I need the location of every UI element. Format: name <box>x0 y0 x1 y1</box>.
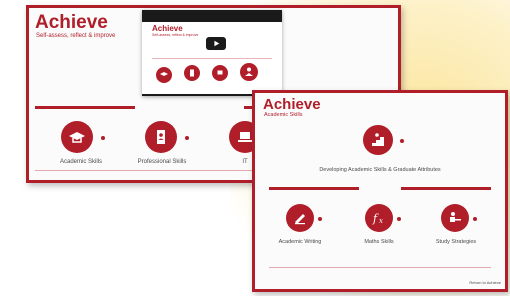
footer-divider <box>269 267 491 268</box>
page-subtitle: Academic Skills <box>264 112 303 118</box>
return-link[interactable]: Return to Achieve <box>451 280 501 285</box>
id-badge-icon <box>184 65 200 81</box>
person-climbing-steps-icon <box>363 125 393 155</box>
section-divider-left <box>35 106 135 109</box>
section-divider-left <box>269 187 359 190</box>
video-subtitle: Self-assess, reflect & improve <box>152 33 199 37</box>
tile-label: Maths Skills <box>364 239 394 245</box>
video-title: Achieve <box>152 24 183 33</box>
tile-indicator-dot <box>101 136 105 140</box>
svg-text:x: x <box>379 217 383 225</box>
page-title: Achieve <box>263 96 321 113</box>
page-subtitle: Self-assess, reflect & improve <box>36 33 116 39</box>
id-badge-icon <box>145 121 177 153</box>
svg-text:f: f <box>372 212 379 225</box>
hero-label: Developing Academic Skills & Graduate At… <box>319 167 441 173</box>
achieve-academic-skills-screen: Achieve Academic Skills Developing Acade… <box>252 90 508 292</box>
mortarboard-icon <box>156 67 172 83</box>
tile-indicator-dot <box>318 217 322 221</box>
video-title-bar <box>142 10 282 22</box>
video-player[interactable]: Achieve Self-assess, reflect & improve <box>142 10 282 96</box>
mortarboard-icon <box>61 121 93 153</box>
video-divider <box>152 58 272 59</box>
tile-indicator-dot <box>185 136 189 140</box>
page-title: Achieve <box>35 12 108 33</box>
person-reading-icon <box>240 63 258 81</box>
tile-label: Study Strategies <box>435 239 477 245</box>
section-divider-right <box>401 187 491 190</box>
tile-indicator-dot <box>397 217 401 221</box>
tile-label: Academic Writing <box>278 239 322 245</box>
laptop-icon <box>212 65 228 81</box>
tile-indicator-dot <box>473 217 477 221</box>
play-icon[interactable] <box>206 37 226 50</box>
person-at-desk-icon <box>441 204 469 232</box>
tile-indicator-dot <box>400 139 404 143</box>
pen-writing-icon <box>286 204 314 232</box>
fx-function-icon: fx <box>365 204 393 232</box>
tile-label: Academic Skills <box>59 159 102 165</box>
tile-label: Professional Skills <box>137 159 187 165</box>
